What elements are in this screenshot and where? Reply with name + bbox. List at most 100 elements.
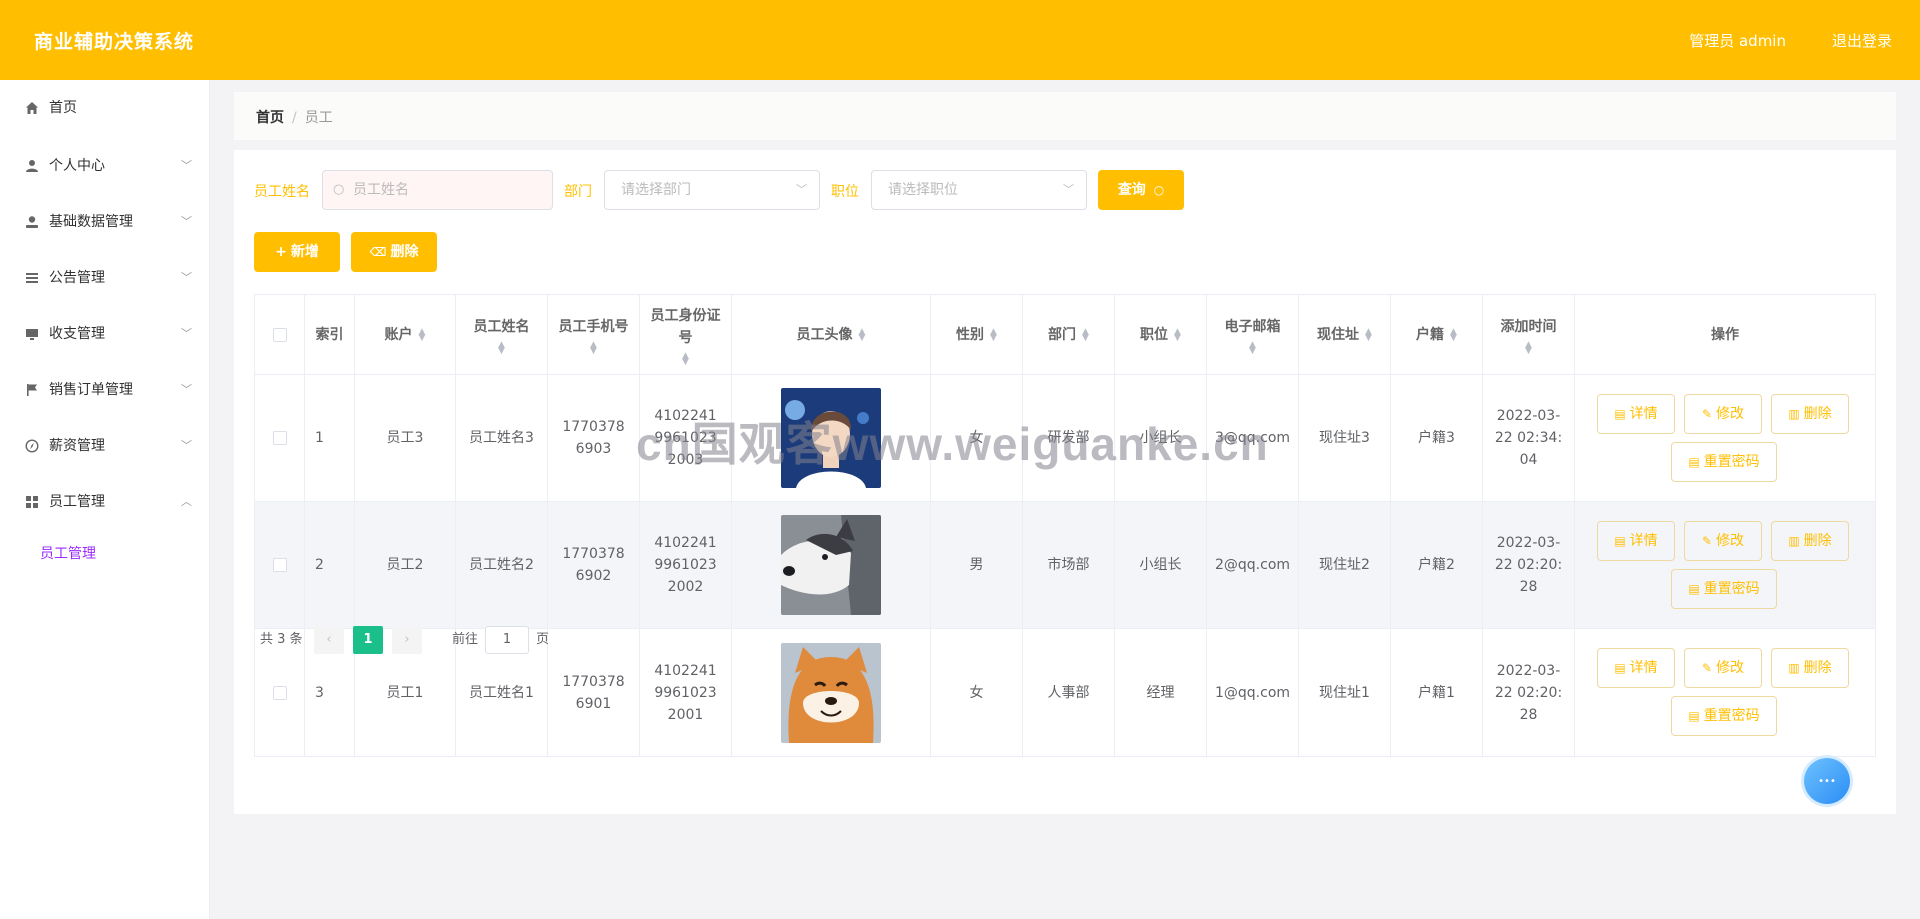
sidebar-item-home[interactable]: 首页 (0, 88, 210, 128)
edit-button[interactable]: ✎ 修改 (1684, 521, 1762, 561)
col-hukou[interactable]: 户籍 ▲ ▼ (1391, 295, 1483, 374)
query-button[interactable]: 查询 ○ (1098, 170, 1184, 210)
position-select[interactable]: 请选择职位 ﹀ (871, 170, 1087, 210)
delete-button[interactable]: ▥ 删除 (1771, 648, 1849, 688)
next-page-button[interactable]: › (392, 626, 422, 654)
avatar-husky[interactable] (781, 515, 881, 615)
cell-actions: ▤ 详情 ✎ 修改 ▥ 删除 ▤ 重置密码 (1575, 375, 1875, 501)
sidebar-item-notice[interactable]: 公告管理 ﹀ (0, 258, 210, 298)
chevron-down-icon: ﹀ (181, 159, 192, 172)
edit-button[interactable]: ✎ 修改 (1684, 394, 1762, 434)
sidebar-item-label: 首页 (49, 100, 77, 116)
col-email[interactable]: 电子邮箱 ▲ ▼ (1207, 295, 1299, 374)
edit-button[interactable]: ✎ 修改 (1684, 648, 1762, 688)
document-icon: ▤ (1688, 455, 1700, 469)
pencil-icon: ✎ (1701, 407, 1713, 421)
row-checkbox[interactable] (272, 558, 287, 572)
sidebar-item-label: 销售订单管理 (49, 382, 133, 398)
reset-password-button[interactable]: ▤ 重置密码 (1671, 569, 1777, 609)
reset-password-button[interactable]: ▤ 重置密码 (1671, 696, 1777, 736)
delete-button[interactable]: ▥ 删除 (1771, 521, 1849, 561)
add-button[interactable]: + 新增 (254, 232, 340, 272)
sort-icon: ▲ ▼ (498, 339, 505, 356)
prev-page-button[interactable]: ‹ (314, 626, 344, 654)
row-checkbox[interactable] (272, 685, 287, 700)
col-actions: 操作 (1711, 326, 1739, 343)
cell-hukou: 户籍1 (1391, 629, 1483, 756)
col-id-card[interactable]: 员工身份证号 ▲ ▼ (640, 295, 732, 374)
app-title: 商业辅助决策系统 (34, 31, 195, 53)
col-account[interactable]: 账户 ▲ ▼ (355, 295, 456, 374)
sort-icon: ▲ ▼ (682, 350, 689, 367)
select-all-cell (255, 295, 305, 374)
row-checkbox[interactable] (272, 431, 287, 445)
cell-added-time: 2022-03-22 02:20:28 (1483, 629, 1575, 756)
select-all-checkbox[interactable] (272, 327, 287, 342)
name-search-input[interactable]: ○ 员工姓名 (322, 170, 553, 210)
col-name[interactable]: 员工姓名 ▲ ▼ (456, 295, 548, 374)
user-icon (24, 146, 40, 186)
cell-dept: 人事部 (1023, 629, 1115, 756)
col-avatar[interactable]: 员工头像 ▲ ▼ (732, 295, 931, 374)
cell-actions: ▤ 详情 ✎ 修改 ▥ 删除 ▤ 重置密码 (1575, 502, 1875, 628)
sidebar-item-personal[interactable]: 个人中心 ﹀ (0, 146, 210, 186)
detail-button[interactable]: ▤ 详情 (1597, 394, 1675, 434)
detail-button[interactable]: ▤ 详情 (1597, 648, 1675, 688)
sort-icon: ▲ ▼ (1249, 339, 1256, 356)
cell-account: 员工3 (355, 375, 456, 501)
dept-select[interactable]: 请选择部门 ﹀ (604, 170, 820, 210)
sidebar-item-label: 薪资管理 (49, 438, 105, 454)
cell-address: 现住址3 (1299, 375, 1391, 501)
breadcrumb-home[interactable]: 首页 (256, 110, 284, 126)
cell-name: 员工姓名2 (456, 502, 548, 628)
sidebar-item-finance[interactable]: 收支管理 ﹀ (0, 314, 210, 354)
sidebar-item-sales[interactable]: 销售订单管理 ﹀ (0, 370, 210, 410)
floating-action-button[interactable]: ••• (1804, 758, 1850, 804)
delete-button[interactable]: ▥ 删除 (1771, 394, 1849, 434)
breadcrumb-current: 员工 (304, 110, 333, 126)
monitor-icon (24, 314, 40, 354)
cell-address: 现住址2 (1299, 502, 1391, 628)
batch-delete-button[interactable]: ⌫ 删除 (351, 232, 437, 272)
sort-icon: ▲ ▼ (1082, 326, 1089, 343)
sidebar-item-employee[interactable]: 员工管理 ︿ (0, 482, 210, 522)
submenu-employee-management[interactable]: 员工管理 (40, 534, 96, 574)
sort-icon: ▲ ▼ (590, 339, 597, 356)
cell-address: 现住址1 (1299, 629, 1391, 756)
chevron-down-icon: ﹀ (181, 215, 192, 228)
query-button-label: 查询 (1117, 182, 1146, 198)
cell-position: 小组长 (1115, 502, 1207, 628)
cell-index: 1 (305, 375, 355, 501)
col-dept[interactable]: 部门 ▲ ▼ (1023, 295, 1115, 374)
cell-id-card: 410224199610232001 (640, 629, 732, 756)
col-position[interactable]: 职位 ▲ ▼ (1115, 295, 1207, 374)
avatar-shiba[interactable] (781, 642, 881, 743)
page-number[interactable]: 1 (353, 626, 383, 654)
sort-icon: ▲ ▼ (418, 326, 426, 343)
sidebar-item-label: 收支管理 (49, 326, 105, 342)
trash-icon: ▥ (1788, 661, 1800, 675)
chevron-down-icon: ﹀ (181, 327, 192, 340)
name-filter-label: 员工姓名 (254, 184, 310, 200)
reset-password-button[interactable]: ▤ 重置密码 (1671, 442, 1777, 482)
sort-icon: ▲ ▼ (1525, 339, 1532, 356)
sidebar-item-label: 员工管理 (49, 494, 105, 510)
col-index[interactable]: 索引 (305, 295, 355, 374)
goto-suffix: 页 (536, 632, 550, 647)
detail-button[interactable]: ▤ 详情 (1597, 521, 1675, 561)
cell-index: 2 (305, 502, 355, 628)
col-gender[interactable]: 性别 ▲ ▼ (931, 295, 1023, 374)
col-address[interactable]: 现住址 ▲ ▼ (1299, 295, 1391, 374)
col-phone[interactable]: 员工手机号 ▲ ▼ (548, 295, 640, 374)
breadcrumb: 首页 / 员工 (256, 107, 333, 127)
trash-icon: ⌫ (369, 245, 387, 259)
sidebar-item-basic-data[interactable]: 基础数据管理 ﹀ (0, 202, 210, 242)
trash-icon: ▥ (1788, 534, 1800, 548)
sort-icon: ▲ ▼ (1450, 326, 1457, 343)
col-added-time[interactable]: 添加时间 ▲ ▼ (1483, 295, 1575, 374)
sidebar-item-salary[interactable]: 薪资管理 ﹀ (0, 426, 210, 466)
document-icon: ▤ (1614, 407, 1626, 421)
goto-page-input[interactable]: 1 (485, 626, 529, 654)
logout-link[interactable]: 退出登录 (1832, 30, 1892, 51)
document-icon: ▤ (1614, 661, 1626, 675)
